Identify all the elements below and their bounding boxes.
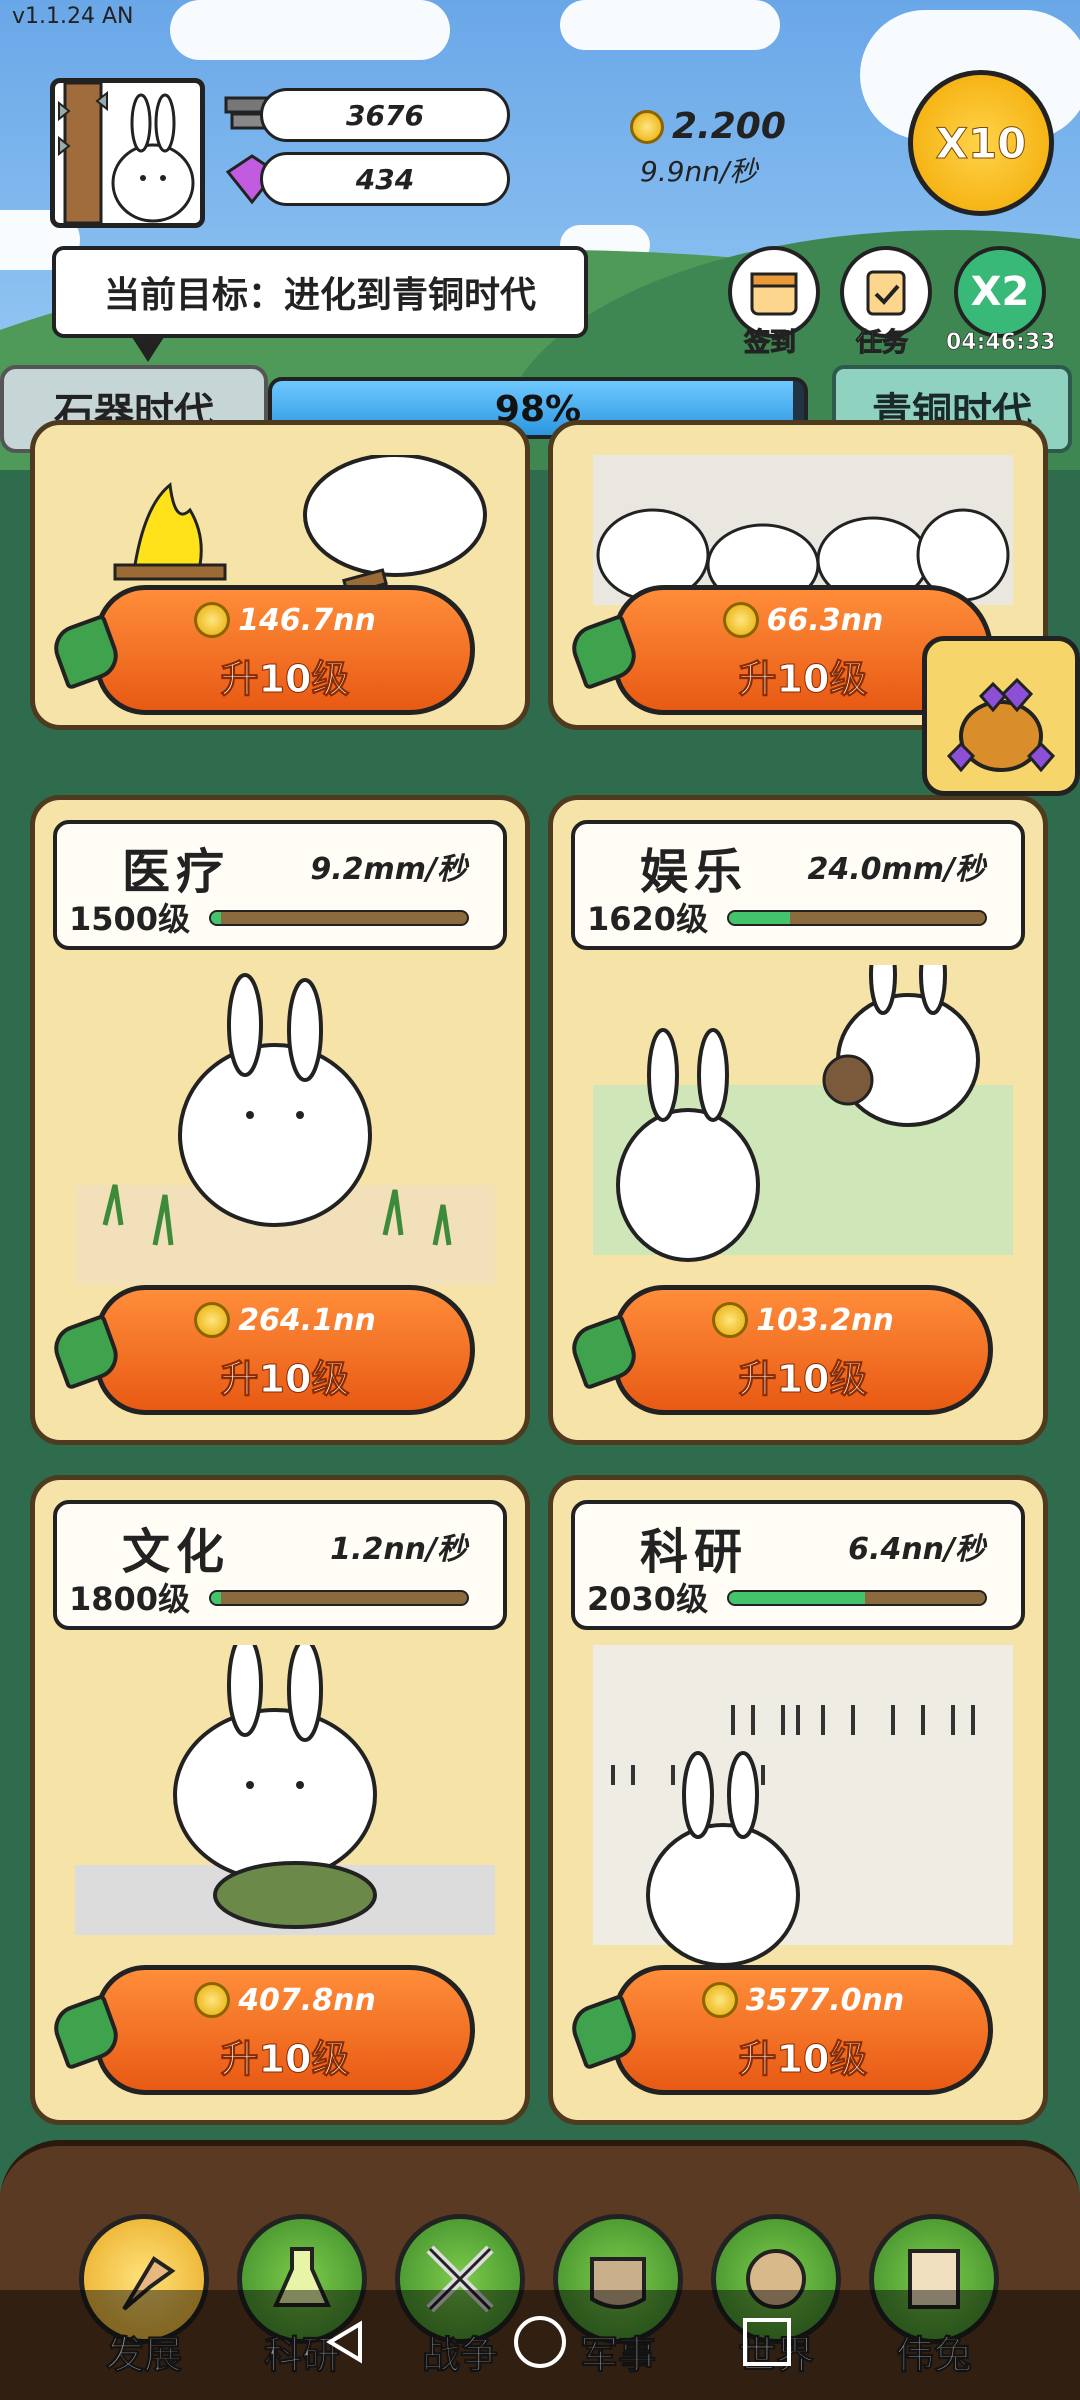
gem-pot-icon (946, 677, 1056, 773)
upgrade-cost: 407.8nn (238, 1982, 376, 2018)
coin-icon (701, 1982, 738, 2018)
coin-icon (194, 1982, 231, 2018)
signin-label: 签到 (743, 328, 797, 359)
building-rate: 24.0mm/秒 (807, 852, 986, 887)
building-card-research: 科研 6.4nn/秒 2030级 3577.0nn 升10级 (548, 1475, 1048, 2125)
upgrade-label: 升10级 (738, 1357, 868, 1402)
building-rate: 9.2mm/秒 (310, 852, 467, 887)
calendar-icon (750, 272, 798, 316)
level-progress-bar (209, 1590, 469, 1606)
card-header: 科研 6.4nn/秒 2030级 (571, 1500, 1025, 1630)
level-progress-bar (209, 910, 469, 926)
building-card: 146.7nn 升10级 (30, 420, 530, 730)
gold-display: 2.200 (630, 106, 786, 147)
level-progress-fill (729, 912, 791, 924)
card-header: 文化 1.2nn/秒 1800级 (53, 1500, 507, 1630)
gem-count: 434 (260, 152, 510, 206)
campfire-scene (75, 453, 495, 605)
coin-icon (194, 1302, 231, 1338)
building-name: 娱乐 (640, 844, 749, 900)
boost-timer: 04:46:33 (946, 330, 1056, 356)
back-icon (326, 2320, 362, 2364)
building-name: 科研 (640, 1524, 749, 1580)
upgrade-label: 升10级 (220, 657, 350, 702)
crowd-scene (593, 455, 1013, 607)
building-level: 1500级 (69, 900, 191, 938)
building-level: 2030级 (587, 1580, 709, 1618)
upgrade-cost: 103.2nn (756, 1302, 894, 1338)
building-rate: 6.4nn/秒 (848, 1532, 985, 1567)
upgrade-button[interactable]: 264.1nn 升10级 (47, 1285, 475, 1415)
upgrade-cost: 264.1nn (238, 1302, 376, 1338)
building-name: 医疗 (122, 844, 231, 900)
building-level: 1800级 (69, 1580, 191, 1618)
upgrade-button[interactable]: 146.7nn 升10级 (47, 585, 475, 715)
upgrade-cost: 66.3nn (766, 602, 884, 638)
upgrade-label: 升10级 (738, 2037, 868, 2082)
task-label: 任务 (855, 328, 909, 359)
research-scene (593, 1645, 1013, 1975)
upgrade-button[interactable]: 103.2nn 升10级 (565, 1285, 993, 1415)
x2-boost-button[interactable]: X2 (954, 246, 1046, 338)
player-avatar[interactable] (50, 78, 205, 228)
recents-icon (743, 2318, 791, 2366)
upgrade-button[interactable]: 3577.0nn 升10级 (565, 1965, 993, 2095)
upgrade-cost: 146.7nn (238, 602, 376, 638)
building-rate: 1.2nn/秒 (330, 1532, 467, 1567)
building-level: 1620级 (587, 900, 709, 938)
level-progress-bar (727, 1590, 987, 1606)
home-icon (514, 2316, 566, 2368)
card-header: 医疗 9.2mm/秒 1500级 (53, 820, 507, 950)
stone-count: 3676 (260, 88, 510, 142)
system-navigation-bar (0, 2290, 1080, 2400)
card-header: 娱乐 24.0mm/秒 1620级 (571, 820, 1025, 950)
coin-icon (712, 1302, 749, 1338)
upgrade-label: 升10级 (220, 1357, 350, 1402)
level-progress-fill (729, 1592, 865, 1604)
level-progress-fill (211, 1592, 222, 1604)
level-progress-fill (211, 912, 222, 924)
x10-boost-button[interactable]: X10 (908, 70, 1054, 216)
culture-scene (75, 1633, 495, 1975)
building-card-culture: 文化 1.2nn/秒 1800级 407.8nn 升10级 (30, 1475, 530, 2125)
gem-pot-button[interactable] (922, 636, 1080, 796)
entertainment-scene (593, 935, 1013, 1295)
goal-tail (130, 334, 166, 362)
upgrade-cost: 3577.0nn (745, 1982, 905, 2018)
coin-icon (630, 109, 664, 144)
upgrade-label: 升10级 (220, 2037, 350, 2082)
building-card-entertainment: 娱乐 24.0mm/秒 1620级 103.2nn 升10级 (548, 795, 1048, 1445)
upgrade-button[interactable]: 407.8nn 升10级 (47, 1965, 475, 2095)
current-goal: 当前目标：进化到青铜时代 (52, 246, 588, 338)
medical-scene (75, 965, 495, 1295)
coin-icon (722, 602, 759, 638)
clipboard-icon (866, 270, 906, 316)
building-card-medical: 医疗 9.2mm/秒 1500级 264.1nn 升10级 (30, 795, 530, 1445)
building-grid: 146.7nn 升10级 66.3nn 升10级 医疗 9.2mm/秒 1500… (0, 420, 1080, 2140)
gold-rate: 9.9nn/秒 (640, 155, 758, 188)
gold-amount: 2.200 (672, 106, 786, 147)
version-label: v1.1.24 AN (12, 4, 134, 29)
level-progress-bar (727, 910, 987, 926)
building-name: 文化 (122, 1524, 231, 1580)
coin-icon (194, 602, 231, 638)
